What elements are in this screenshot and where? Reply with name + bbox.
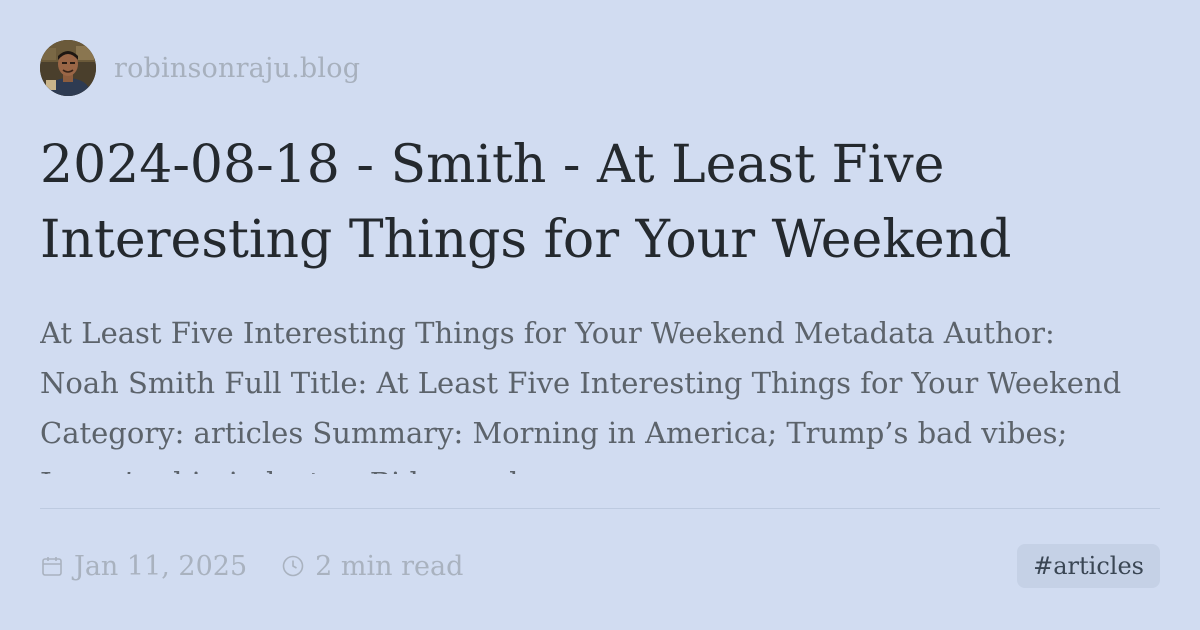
post-date-text: Jan 11, 2025 <box>74 550 248 582</box>
site-header: robinsonraju.blog <box>40 40 1160 96</box>
read-time: 2 min read <box>281 551 463 582</box>
post-date: Jan 11, 2025 <box>40 551 247 582</box>
post-title[interactable]: 2024-08-18 - Smith - At Least Five Inter… <box>40 128 1150 278</box>
clock-icon <box>281 554 305 578</box>
avatar <box>40 40 96 96</box>
tag-articles[interactable]: #articles <box>1017 544 1160 588</box>
og-card: robinsonraju.blog 2024-08-18 - Smith - A… <box>40 40 1160 590</box>
post-summary: At Least Five Interesting Things for You… <box>40 316 1122 474</box>
calendar-icon <box>40 554 64 578</box>
divider <box>40 508 1160 509</box>
site-name[interactable]: robinsonraju.blog <box>114 53 360 84</box>
post-meta: Jan 11, 2025 2 min read #articles <box>40 542 1160 590</box>
avatar-photo-icon <box>40 40 96 96</box>
read-time-text: 2 min read <box>315 550 464 582</box>
